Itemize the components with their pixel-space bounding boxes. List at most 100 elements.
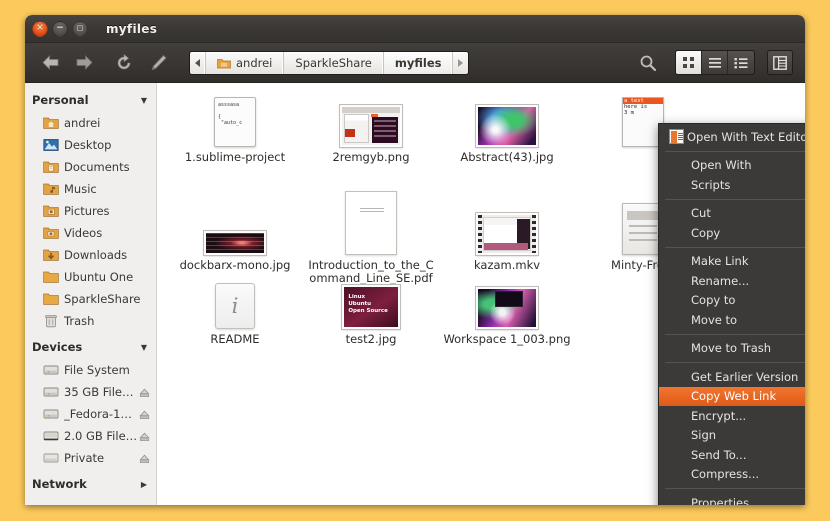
eject-icon[interactable] xyxy=(139,409,150,420)
image-thumbnail xyxy=(203,230,267,256)
sidebar-item-desktop[interactable]: Desktop xyxy=(25,134,156,156)
file-item[interactable]: asssasa{ "auto_c 1.sublime-project xyxy=(171,97,299,164)
drive-icon xyxy=(43,431,59,441)
menu-item-label: Copy to xyxy=(691,293,736,308)
sidebar-item-label: 2.0 GB Filesy... xyxy=(64,429,139,443)
breadcrumb-item-sparkleshare[interactable]: SparkleShare xyxy=(284,51,384,74)
eject-icon[interactable] xyxy=(139,453,150,464)
breadcrumb-item-myfiles[interactable]: myfiles xyxy=(383,51,454,74)
file-thumbnail xyxy=(307,187,435,255)
menu-item-encrypt[interactable]: Encrypt... xyxy=(659,406,805,426)
breadcrumb-label: andrei xyxy=(236,55,273,70)
context-menu[interactable]: Open With Text Editor Open With Scripts … xyxy=(658,123,805,505)
menu-item-make-link[interactable]: Make Link xyxy=(659,252,805,272)
video-thumbnail xyxy=(475,212,539,256)
breadcrumb-scroll-right[interactable] xyxy=(453,52,468,74)
file-thumbnail xyxy=(443,205,571,256)
home-folder-icon xyxy=(43,117,59,129)
file-item[interactable]: 2remgyb.png xyxy=(307,97,435,164)
menu-item-cut[interactable]: Cut xyxy=(659,204,805,224)
sidebar-item-videos[interactable]: Videos xyxy=(25,222,156,244)
extra-pane-button[interactable] xyxy=(767,50,793,75)
menu-item-sign[interactable]: Sign xyxy=(659,426,805,446)
file-label: test2.jpg xyxy=(345,332,397,346)
sidebar-item-sparkleshare[interactable]: SparkleShare xyxy=(25,288,156,310)
breadcrumb-scroll-left[interactable] xyxy=(190,51,206,74)
sidebar-item-35gb-filesystem[interactable]: 35 GB Filesys... xyxy=(25,381,156,403)
thumbnail-text: Linux Ubuntu Open Source xyxy=(348,294,388,315)
eject-icon[interactable] xyxy=(139,431,150,442)
forward-button[interactable] xyxy=(71,50,97,76)
sidebar-item-fedora-15[interactable]: _Fedora-15-... xyxy=(25,403,156,425)
menu-item-send-to[interactable]: Send To... xyxy=(659,445,805,465)
menu-item-get-earlier-version[interactable]: Get Earlier Version xyxy=(659,367,805,387)
sidebar: Personal ▼ andrei Desktop Documents Musi… xyxy=(25,83,157,505)
edit-location-button[interactable] xyxy=(145,50,171,76)
sidebar-item-file-system[interactable]: File System xyxy=(25,359,156,381)
menu-item-copy[interactable]: Copy xyxy=(659,223,805,243)
file-item[interactable]: dockbarx-mono.jpg xyxy=(171,205,299,272)
file-item[interactable]: kazam.mkv xyxy=(443,205,571,272)
menu-item-open-with-text-editor[interactable]: Open With Text Editor xyxy=(659,127,805,147)
file-thumbnail: i xyxy=(171,279,299,329)
sidebar-item-label: Desktop xyxy=(64,138,112,152)
menu-item-move-to[interactable]: Move to xyxy=(659,310,805,330)
menu-item-label: Properties xyxy=(691,495,750,505)
file-item[interactable]: Abstract(43).jpg xyxy=(443,97,571,164)
sidebar-section-title: Devices xyxy=(32,340,83,354)
menu-item-label: Encrypt... xyxy=(691,408,747,423)
file-item[interactable]: Linux Ubuntu Open Source test2.jpg xyxy=(307,279,435,346)
maximize-icon: □ xyxy=(76,24,84,32)
menu-item-compress[interactable]: Compress... xyxy=(659,465,805,485)
image-thumbnail xyxy=(475,104,539,148)
minimize-window-button[interactable]: − xyxy=(52,20,68,37)
sidebar-section-devices[interactable]: Devices ▼ xyxy=(25,336,156,359)
drive-icon xyxy=(43,365,59,375)
close-window-button[interactable]: ✕ xyxy=(32,20,48,37)
search-icon xyxy=(640,55,657,71)
menu-item-copy-to[interactable]: Copy to xyxy=(659,291,805,311)
search-button[interactable] xyxy=(635,50,661,76)
sidebar-item-ubuntu-one[interactable]: Ubuntu One xyxy=(25,266,156,288)
sidebar-item-downloads[interactable]: Downloads xyxy=(25,244,156,266)
file-item[interactable]: i README xyxy=(171,279,299,346)
sidebar-item-andrei[interactable]: andrei xyxy=(25,112,156,134)
drive-icon xyxy=(43,453,59,463)
sidebar-item-trash[interactable]: Trash xyxy=(25,310,156,332)
sidebar-section-network[interactable]: Network ▶ xyxy=(25,473,156,496)
reload-button[interactable] xyxy=(111,50,137,76)
maximize-window-button[interactable]: □ xyxy=(72,20,88,37)
breadcrumb-item-andrei[interactable]: andrei xyxy=(206,51,285,74)
image-thumbnail xyxy=(339,104,403,148)
sidebar-item-music[interactable]: Music xyxy=(25,178,156,200)
menu-item-move-to-trash[interactable]: Move to Trash xyxy=(659,339,805,359)
menu-item-scripts[interactable]: Scripts xyxy=(659,175,805,195)
sidebar-item-20gb-filesystem[interactable]: 2.0 GB Filesy... xyxy=(25,425,156,447)
info-document-icon: i xyxy=(215,283,255,329)
file-manager-window: ✕ − □ myfiles andrei SparkleShare myfile… xyxy=(25,15,805,505)
chevron-down-icon: ▼ xyxy=(140,95,147,105)
menu-item-properties[interactable]: Properties xyxy=(659,493,805,505)
menu-item-rename[interactable]: Rename... xyxy=(659,271,805,291)
view-compact-button[interactable] xyxy=(728,51,754,74)
view-list-button[interactable] xyxy=(702,51,728,74)
sidebar-item-pictures[interactable]: Pictures xyxy=(25,200,156,222)
sidebar-item-private[interactable]: Private xyxy=(25,447,156,469)
sidebar-item-label: Music xyxy=(64,182,97,196)
menu-item-copy-web-link[interactable]: Copy Web Link xyxy=(659,386,805,406)
file-item[interactable]: Workspace 1_003.png xyxy=(443,279,571,346)
sidebar-item-documents[interactable]: Documents xyxy=(25,156,156,178)
file-item[interactable]: Introduction_to_the_Command_Line_SE.pdf xyxy=(307,187,435,285)
view-icon-button[interactable] xyxy=(676,51,702,74)
sidebar-section-personal[interactable]: Personal ▼ xyxy=(25,89,156,112)
reload-icon xyxy=(117,53,130,69)
sidebar-item-label: Downloads xyxy=(64,248,128,262)
pictures-folder-icon xyxy=(43,205,59,217)
back-button[interactable] xyxy=(37,50,63,76)
eject-icon[interactable] xyxy=(139,387,150,398)
menu-item-open-with[interactable]: Open With xyxy=(659,156,805,176)
folder-icon xyxy=(217,58,231,68)
menu-item-label: Send To... xyxy=(691,447,747,462)
image-thumbnail: Linux Ubuntu Open Source xyxy=(341,284,401,330)
folder-icon xyxy=(43,293,59,305)
